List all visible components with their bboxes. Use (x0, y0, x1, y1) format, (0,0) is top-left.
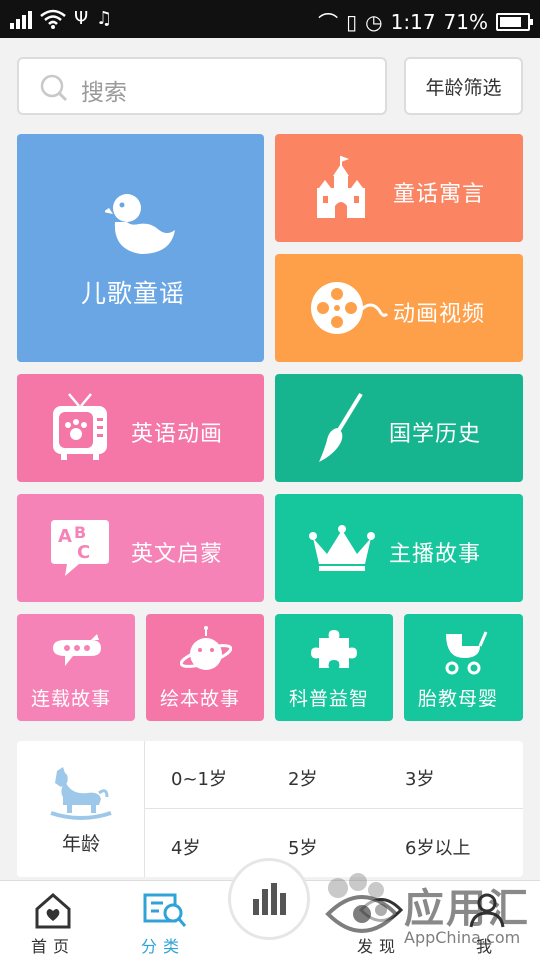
clock-time: 1:17 (390, 9, 436, 34)
tile-animation-video[interactable]: 动画视频 (275, 254, 523, 362)
music-icon: ♫ (96, 8, 113, 29)
tile-label: 绘本故事 (160, 688, 241, 710)
tile-serial-stories[interactable]: 连载故事 (17, 614, 135, 721)
tile-chinese-history[interactable]: 国学历史 (275, 374, 523, 482)
vibrate-icon: ▯ (346, 9, 358, 34)
tile-label: 连载故事 (31, 688, 112, 710)
brush-icon (319, 392, 363, 462)
home-icon (35, 893, 71, 929)
nav-category[interactable]: 分类 (118, 881, 208, 960)
tile-english-enlightenment[interactable]: A B C 英文启蒙 (17, 494, 264, 602)
airplane-icon (53, 634, 101, 666)
tile-host-stories[interactable]: 主播故事 (275, 494, 523, 602)
signal-icon (10, 9, 32, 29)
search-input[interactable]: 搜索 (17, 57, 387, 115)
tile-label: 胎教母婴 (418, 688, 499, 710)
age-option-5[interactable]: 5岁 (288, 834, 317, 860)
nav-home[interactable]: 首页 (8, 881, 98, 960)
rocking-horse-icon (50, 767, 112, 820)
wifi-icon (40, 9, 66, 29)
tile-label: 国学历史 (389, 422, 482, 447)
age-option-6-plus[interactable]: 6岁以上 (405, 834, 470, 860)
age-panel-divider (145, 808, 523, 809)
tile-label: 儿歌童谣 (81, 279, 186, 308)
search-icon (40, 74, 68, 102)
tv-icon (53, 393, 107, 460)
nav-category-label: 分类 (140, 937, 185, 956)
watermark-text: 应用汇 (404, 886, 530, 932)
film-reel-icon (311, 282, 389, 334)
tile-label: 童话寓言 (393, 182, 486, 207)
tile-label: 英语动画 (131, 422, 224, 447)
equalizer-icon (253, 883, 286, 915)
age-option-3[interactable]: 3岁 (405, 765, 434, 791)
age-panel-header: 年龄 (17, 741, 145, 877)
tile-fairy-tales[interactable]: 童话寓言 (275, 134, 523, 242)
puzzle-icon (311, 630, 357, 668)
duck-icon (105, 194, 175, 254)
planet-icon (180, 626, 232, 670)
category-icon (143, 893, 187, 927)
svg-text:C: C (77, 542, 90, 563)
usb-icon: Ψ (74, 8, 89, 29)
tile-english-cartoon[interactable]: 英语动画 (17, 374, 264, 482)
age-option-2[interactable]: 2岁 (288, 765, 317, 791)
age-panel-title: 年龄 (61, 833, 100, 855)
status-right: ⌒ ▯ ◷ 1:17 71% (318, 7, 533, 36)
tile-picture-books[interactable]: 绘本故事 (146, 614, 264, 721)
tile-prenatal[interactable]: 胎教母婴 (404, 614, 523, 721)
search-placeholder: 搜索 (81, 80, 127, 106)
tile-label: 主播故事 (389, 542, 482, 567)
tile-label: 英文启蒙 (131, 542, 224, 567)
svg-text:A: A (58, 526, 72, 547)
castle-icon (317, 156, 365, 218)
abc-bubble-icon: A B C (51, 520, 109, 576)
headphones-icon: ⌒ (318, 11, 339, 35)
crown-icon (309, 525, 375, 571)
nav-home-label: 首页 (30, 937, 75, 956)
tile-nursery-rhymes[interactable]: 儿歌童谣 (17, 134, 264, 362)
play-center-button[interactable] (228, 858, 310, 940)
age-filter-button[interactable]: 年龄筛选 (404, 57, 523, 115)
stroller-icon (445, 631, 488, 675)
tile-label: 动画视频 (393, 302, 486, 327)
tile-label: 科普益智 (289, 688, 370, 710)
age-option-4[interactable]: 4岁 (171, 834, 200, 860)
alarm-icon: ◷ (365, 9, 383, 34)
svg-text:B: B (74, 523, 86, 542)
status-bar: Ψ ♫ ⌒ ▯ ◷ 1:17 71% (0, 0, 540, 38)
status-left: Ψ ♫ (10, 8, 112, 29)
battery-percent: 71% (443, 9, 488, 34)
watermark-url: AppChina.com (404, 928, 521, 947)
watermark-logo-icon (325, 873, 399, 933)
age-option-0-1[interactable]: 0~1岁 (171, 765, 227, 791)
watermark: 应用汇 AppChina.com (318, 870, 540, 960)
tile-science[interactable]: 科普益智 (275, 614, 393, 721)
battery-icon (496, 12, 533, 31)
age-panel: 年龄 0~1岁 2岁 3岁 4岁 5岁 6岁以上 (17, 741, 523, 877)
